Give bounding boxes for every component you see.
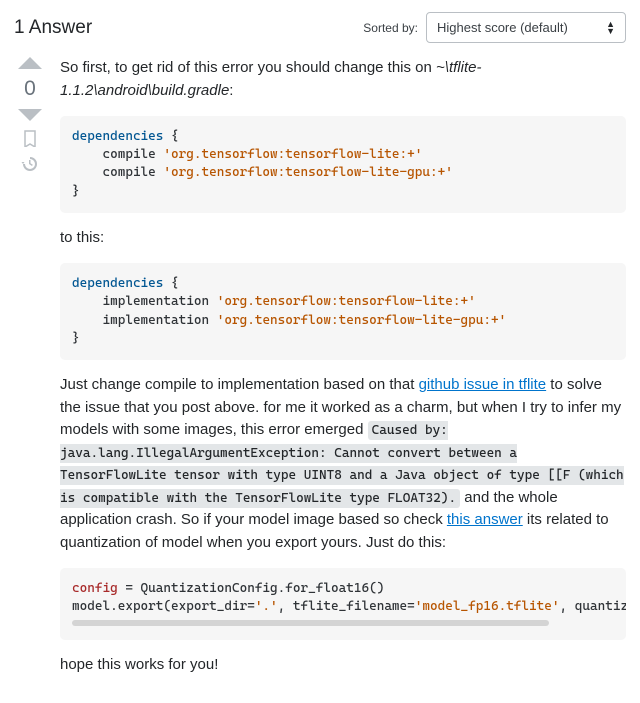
downvote-button[interactable] xyxy=(18,109,42,121)
code-text: compile xyxy=(72,147,163,162)
code-text: , quantization_config xyxy=(560,599,626,614)
sort-selected-value: Highest score (default) xyxy=(437,20,568,35)
code-block[interactable]: config = QuantizationConfig.for_float16(… xyxy=(60,568,626,640)
text: Just change compile to implementation ba… xyxy=(60,376,419,393)
code-string: 'org.tensorflow:tensorflow-lite:+' xyxy=(217,294,476,309)
code-block[interactable]: dependencies { implementation 'org.tenso… xyxy=(60,263,626,360)
answer-paragraph: Just change compile to implementation ba… xyxy=(60,374,626,554)
upvote-button[interactable] xyxy=(18,57,42,69)
code-text: { xyxy=(163,129,178,144)
sort-group: Sorted by: Highest score (default) ▲▼ xyxy=(363,12,626,43)
text: : xyxy=(229,82,233,99)
github-issue-link[interactable]: github issue in tflite xyxy=(419,376,547,393)
code-text: model.export(export_dir= xyxy=(72,599,255,614)
code-text: compile xyxy=(72,165,163,180)
answer-body: So first, to get rid of this error you s… xyxy=(60,57,626,691)
history-icon[interactable] xyxy=(21,155,39,173)
scrollbar-thumb[interactable] xyxy=(72,620,549,626)
answer-paragraph: So first, to get rid of this error you s… xyxy=(60,57,626,102)
answer-paragraph: hope this works for you! xyxy=(60,654,626,677)
answer-paragraph: to this: xyxy=(60,227,626,250)
text: So first, to get rid of this error you s… xyxy=(60,59,436,76)
code-string: 'model_fp16.tflite' xyxy=(415,599,560,614)
code-text: } xyxy=(72,184,80,199)
sort-select[interactable]: Highest score (default) ▲▼ xyxy=(426,12,626,43)
bookmark-icon[interactable] xyxy=(21,129,39,147)
code-string: 'org.tensorflow:tensorflow-lite:+' xyxy=(163,147,422,162)
code-text: implementation xyxy=(72,313,217,328)
code-text: , tflite_filename= xyxy=(278,599,415,614)
code-string: 'org.tensorflow:tensorflow-lite-gpu:+' xyxy=(217,313,506,328)
code-string: '.' xyxy=(255,599,278,614)
code-text: } xyxy=(72,331,80,346)
answers-header: 1 Answer Sorted by: Highest score (defau… xyxy=(14,12,626,43)
code-block[interactable]: dependencies { compile 'org.tensorflow:t… xyxy=(60,116,626,213)
vote-column: 0 xyxy=(14,57,46,691)
code-variable: config xyxy=(72,581,118,596)
sorted-by-label: Sorted by: xyxy=(363,21,418,35)
code-text: { xyxy=(163,276,178,291)
this-answer-link[interactable]: this answer xyxy=(447,511,523,528)
answer-count: 1 Answer xyxy=(14,17,92,39)
code-keyword: dependencies xyxy=(72,276,163,291)
vote-count: 0 xyxy=(24,77,36,101)
horizontal-scrollbar[interactable] xyxy=(72,620,614,628)
select-arrows-icon: ▲▼ xyxy=(606,21,615,35)
code-text: implementation xyxy=(72,294,217,309)
code-text: = QuantizationConfig.for_float16() xyxy=(118,581,385,596)
code-string: 'org.tensorflow:tensorflow-lite-gpu:+' xyxy=(163,165,452,180)
code-keyword: dependencies xyxy=(72,129,163,144)
